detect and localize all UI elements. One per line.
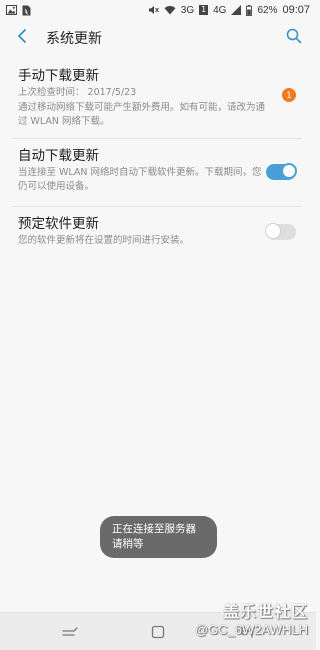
app-header: 系统更新 [0,20,316,56]
signal-icon [231,5,242,15]
status-bar: 3G 1 4G 62% 09:07 [0,0,316,20]
network-3g-label: 3G [180,4,195,16]
image-icon [6,5,17,15]
scheduled-update-title: 预定软件更新 [18,216,99,232]
home-button[interactable] [148,623,168,643]
clock: 09:07 [282,4,310,16]
manual-download-description: 通过移动网络下载可能产生额外费用。如有可能，请改为通过 WLAN 网络下载。 [18,102,266,127]
scheduled-update-toggle[interactable] [265,223,296,240]
last-check-time: 上次检查时间： 2017/5/23 [18,87,137,98]
watermark-user: @GC_6W2AWHLH [194,622,308,637]
network-4g-label: 4G [213,4,227,16]
home-icon [151,624,165,643]
connecting-toast: 正在连接至服务器 请稍等 [100,516,217,558]
toggle-knob [281,163,297,179]
battery-percent: 62% [257,4,278,16]
sim-number: 1 [201,5,207,14]
chevron-left-icon [16,28,28,48]
recent-apps-icon [62,624,78,643]
recent-apps-button[interactable] [60,623,80,643]
watermark-brand: 盖乐世社区 [222,602,308,621]
toggle-knob [265,223,281,239]
file-icon [22,5,31,16]
search-icon [286,28,302,48]
wifi-icon [164,5,176,15]
auto-download-setting[interactable]: 自动下载更新 当连接至 WLAN 网络时自动下载软件更新。下载期间，您仍可以使用… [12,138,302,206]
mute-icon [148,5,159,15]
scheduled-update-description: 您的软件更新将在设置的时间进行安装。 [18,235,190,246]
battery-icon [246,4,253,16]
manual-download-title: 手动下载更新 [18,68,99,84]
status-right: 3G 1 4G 62% 09:07 [148,4,310,16]
auto-download-toggle[interactable] [266,163,297,180]
page-title: 系统更新 [46,31,102,47]
update-count-badge: 1 [282,88,296,102]
scheduled-update-setting[interactable]: 预定软件更新 您的软件更新将在设置的时间进行安装。 [12,206,302,258]
auto-download-description: 当连接至 WLAN 网络时自动下载软件更新。下载期间，您仍可以使用设备。 [18,167,262,192]
auto-download-title: 自动下载更新 [18,148,99,164]
back-button[interactable] [10,26,34,50]
toast-line-1: 正在连接至服务器 [112,523,196,535]
toast-line-2: 请稍等 [112,538,144,550]
search-button[interactable] [282,26,306,50]
sim-indicator: 1 [199,5,209,15]
manual-download-setting[interactable]: 手动下载更新 上次检查时间： 2017/5/23 通过移动网络下载可能产生额外费… [12,58,302,138]
status-left [6,5,31,16]
settings-list: 手动下载更新 上次检查时间： 2017/5/23 通过移动网络下载可能产生额外费… [12,58,302,258]
